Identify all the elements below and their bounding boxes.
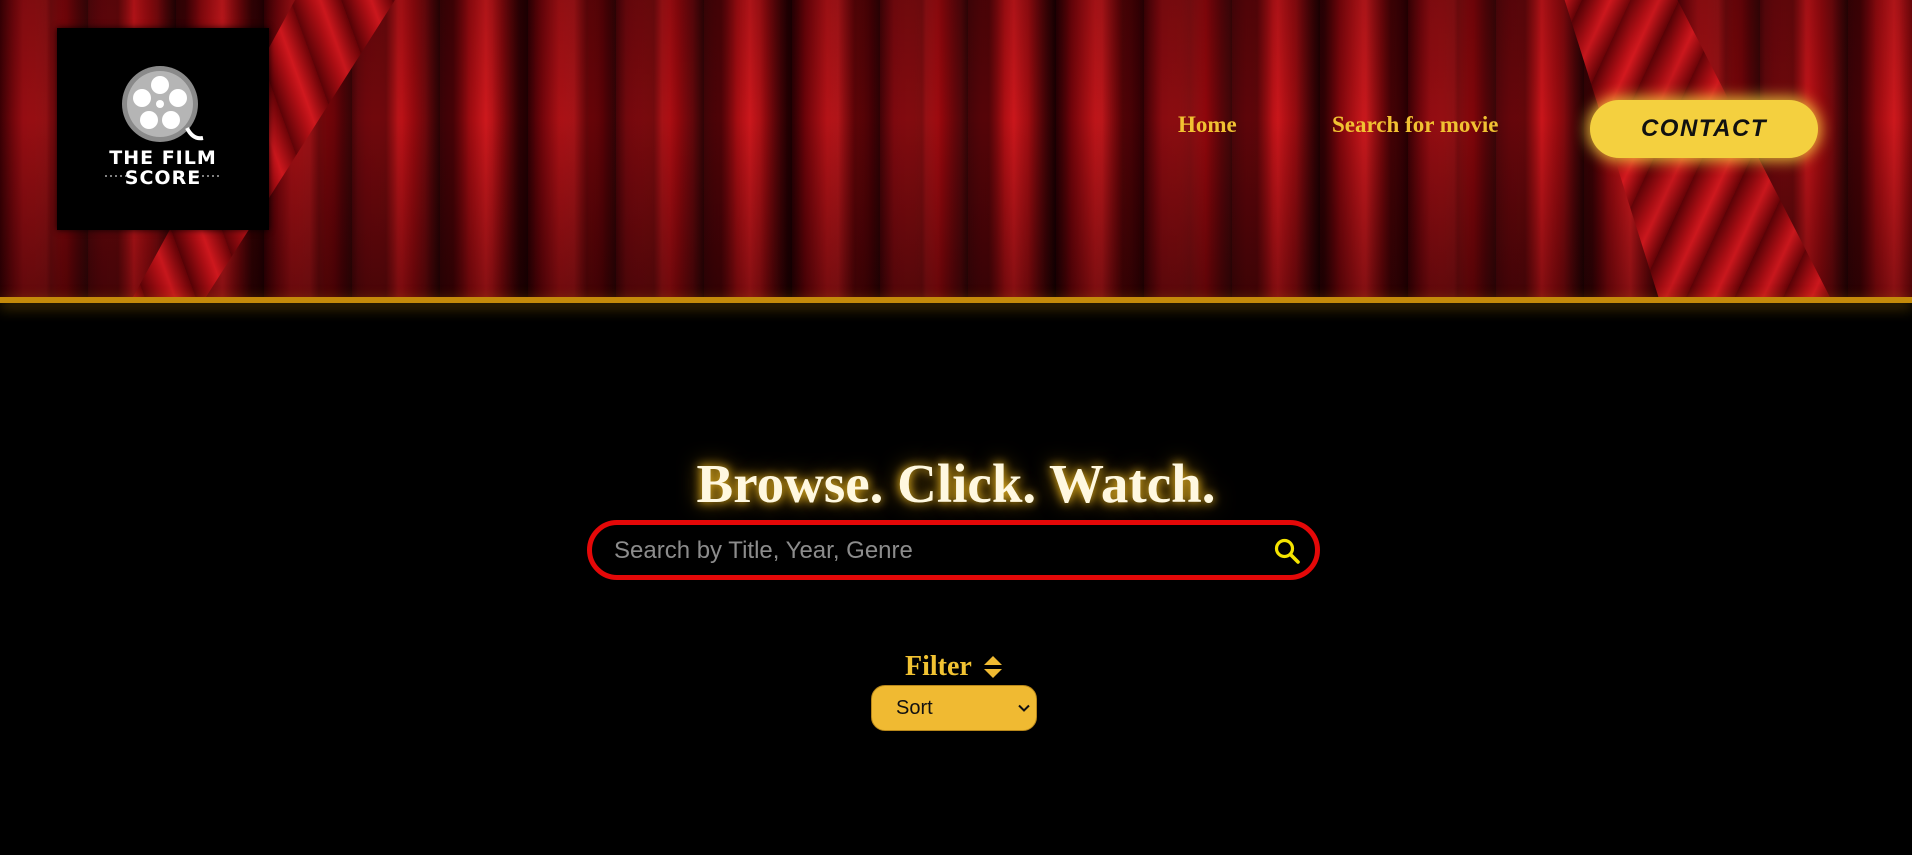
- nav-home-link[interactable]: Home: [1178, 112, 1237, 138]
- contact-button[interactable]: CONTACT: [1590, 100, 1818, 158]
- page: THE FILM SCORE Home Search for movie CON…: [0, 0, 1912, 855]
- search-bar: [587, 520, 1320, 580]
- logo-title-line1: THE FILM: [109, 147, 217, 169]
- sort-select[interactable]: Sort: [871, 685, 1037, 731]
- sort-icon: [984, 656, 1002, 678]
- header-gold-border: [0, 297, 1912, 303]
- search-input[interactable]: [612, 525, 1246, 577]
- site-logo[interactable]: THE FILM SCORE: [57, 28, 269, 230]
- nav-search-link[interactable]: Search for movie: [1332, 112, 1499, 138]
- filter-label: Filter: [905, 651, 972, 682]
- hero-tagline: Browse. Click. Watch.: [696, 453, 1216, 514]
- film-reel-icon: [105, 66, 221, 177]
- logo-title-line2: SCORE: [124, 167, 202, 189]
- search-icon[interactable]: [1273, 537, 1301, 565]
